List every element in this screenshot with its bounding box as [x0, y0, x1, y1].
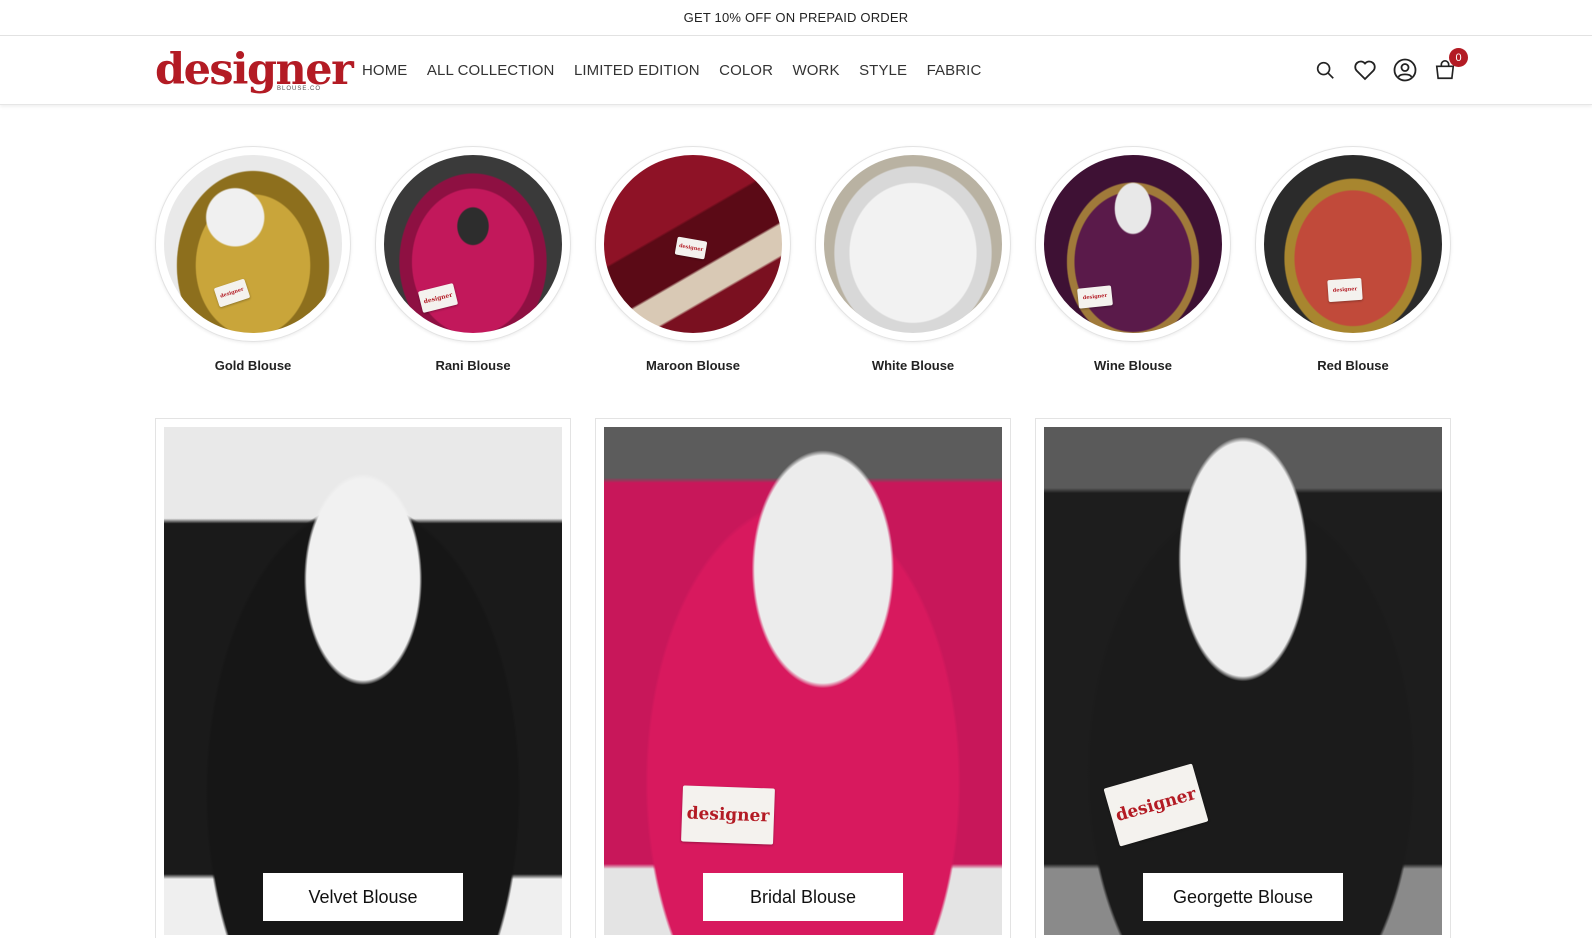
color-category-row: designer Gold Blouse designer Rani Blous…	[155, 146, 1451, 373]
nav-style[interactable]: STYLE	[859, 62, 907, 79]
category-card-label: Velvet Blouse	[263, 873, 463, 921]
category-label: Maroon Blouse	[646, 358, 740, 373]
nav-all-collection[interactable]: ALL COLLECTION	[427, 62, 555, 79]
brand-logo[interactable]: designer BLOUSE.CO	[155, 48, 354, 94]
nav-color[interactable]: COLOR	[719, 62, 773, 79]
heart-icon[interactable]	[1353, 58, 1377, 82]
category-card-bridal[interactable]: designer Bridal Blouse	[595, 418, 1011, 938]
nav-fabric[interactable]: FABRIC	[927, 62, 982, 79]
category-frame: designer	[595, 146, 791, 342]
announcement-text: GET 10% OFF ON PREPAID ORDER	[683, 10, 909, 25]
category-image: designer Bridal Blouse	[604, 427, 1002, 935]
nav-limited-edition[interactable]: LIMITED EDITION	[574, 62, 700, 79]
brand-subtitle: BLOUSE.CO	[276, 86, 321, 92]
category-image: designer Georgette Blouse	[1044, 427, 1442, 935]
nav-home[interactable]: HOME	[362, 62, 407, 79]
cart-count-badge: 0	[1449, 48, 1468, 67]
category-maroon[interactable]: designer Maroon Blouse	[595, 146, 791, 373]
search-icon[interactable]	[1313, 58, 1337, 82]
category-gold[interactable]: designer Gold Blouse	[155, 146, 351, 373]
category-frame	[815, 146, 1011, 342]
category-card-label: Bridal Blouse	[703, 873, 903, 921]
category-red[interactable]: designer Red Blouse	[1255, 146, 1451, 373]
category-frame: designer	[375, 146, 571, 342]
nav-work[interactable]: WORK	[793, 62, 840, 79]
category-frame: designer	[1255, 146, 1451, 342]
category-image: designer	[164, 155, 342, 333]
tag-label: designer	[678, 242, 704, 254]
category-label: Rani Blouse	[435, 358, 511, 373]
category-image: designer	[604, 155, 782, 333]
category-label: Wine Blouse	[1094, 358, 1172, 373]
category-label: Red Blouse	[1317, 358, 1389, 373]
category-label: Gold Blouse	[214, 358, 292, 373]
category-card-georgette[interactable]: designer Georgette Blouse	[1035, 418, 1451, 938]
category-image	[824, 155, 1002, 333]
fabric-category-row: Velvet Blouse designer Bridal Blouse des…	[155, 418, 1451, 938]
category-frame: designer	[1035, 146, 1231, 342]
user-icon[interactable]	[1393, 58, 1417, 82]
tag-label: designer	[1332, 286, 1358, 294]
category-image: designer	[384, 155, 562, 333]
category-card-velvet[interactable]: Velvet Blouse	[155, 418, 571, 938]
cart-icon[interactable]: 0	[1433, 48, 1468, 82]
tag-label: designer	[1113, 783, 1199, 827]
category-image: designer	[1044, 155, 1222, 333]
category-white[interactable]: White Blouse	[815, 146, 1011, 373]
category-rani[interactable]: designer Rani Blouse	[375, 146, 571, 373]
announcement-bar: GET 10% OFF ON PREPAID ORDER	[0, 0, 1592, 36]
site-header: designer BLOUSE.CO HOME ALL COLLECTION L…	[0, 36, 1592, 105]
category-frame: designer	[155, 146, 351, 342]
category-image: Velvet Blouse	[164, 427, 562, 935]
tag-label: designer	[686, 803, 770, 827]
header-actions: 0	[1313, 48, 1468, 82]
category-image: designer	[1264, 155, 1442, 333]
category-label: White Blouse	[871, 358, 955, 373]
tag-label: designer	[219, 286, 245, 300]
tag-label: designer	[422, 291, 454, 305]
main-nav: HOME ALL COLLECTION LIMITED EDITION COLO…	[362, 36, 1001, 105]
category-wine[interactable]: designer Wine Blouse	[1035, 146, 1231, 373]
category-card-label: Georgette Blouse	[1143, 873, 1343, 921]
tag-label: designer	[1082, 292, 1108, 302]
